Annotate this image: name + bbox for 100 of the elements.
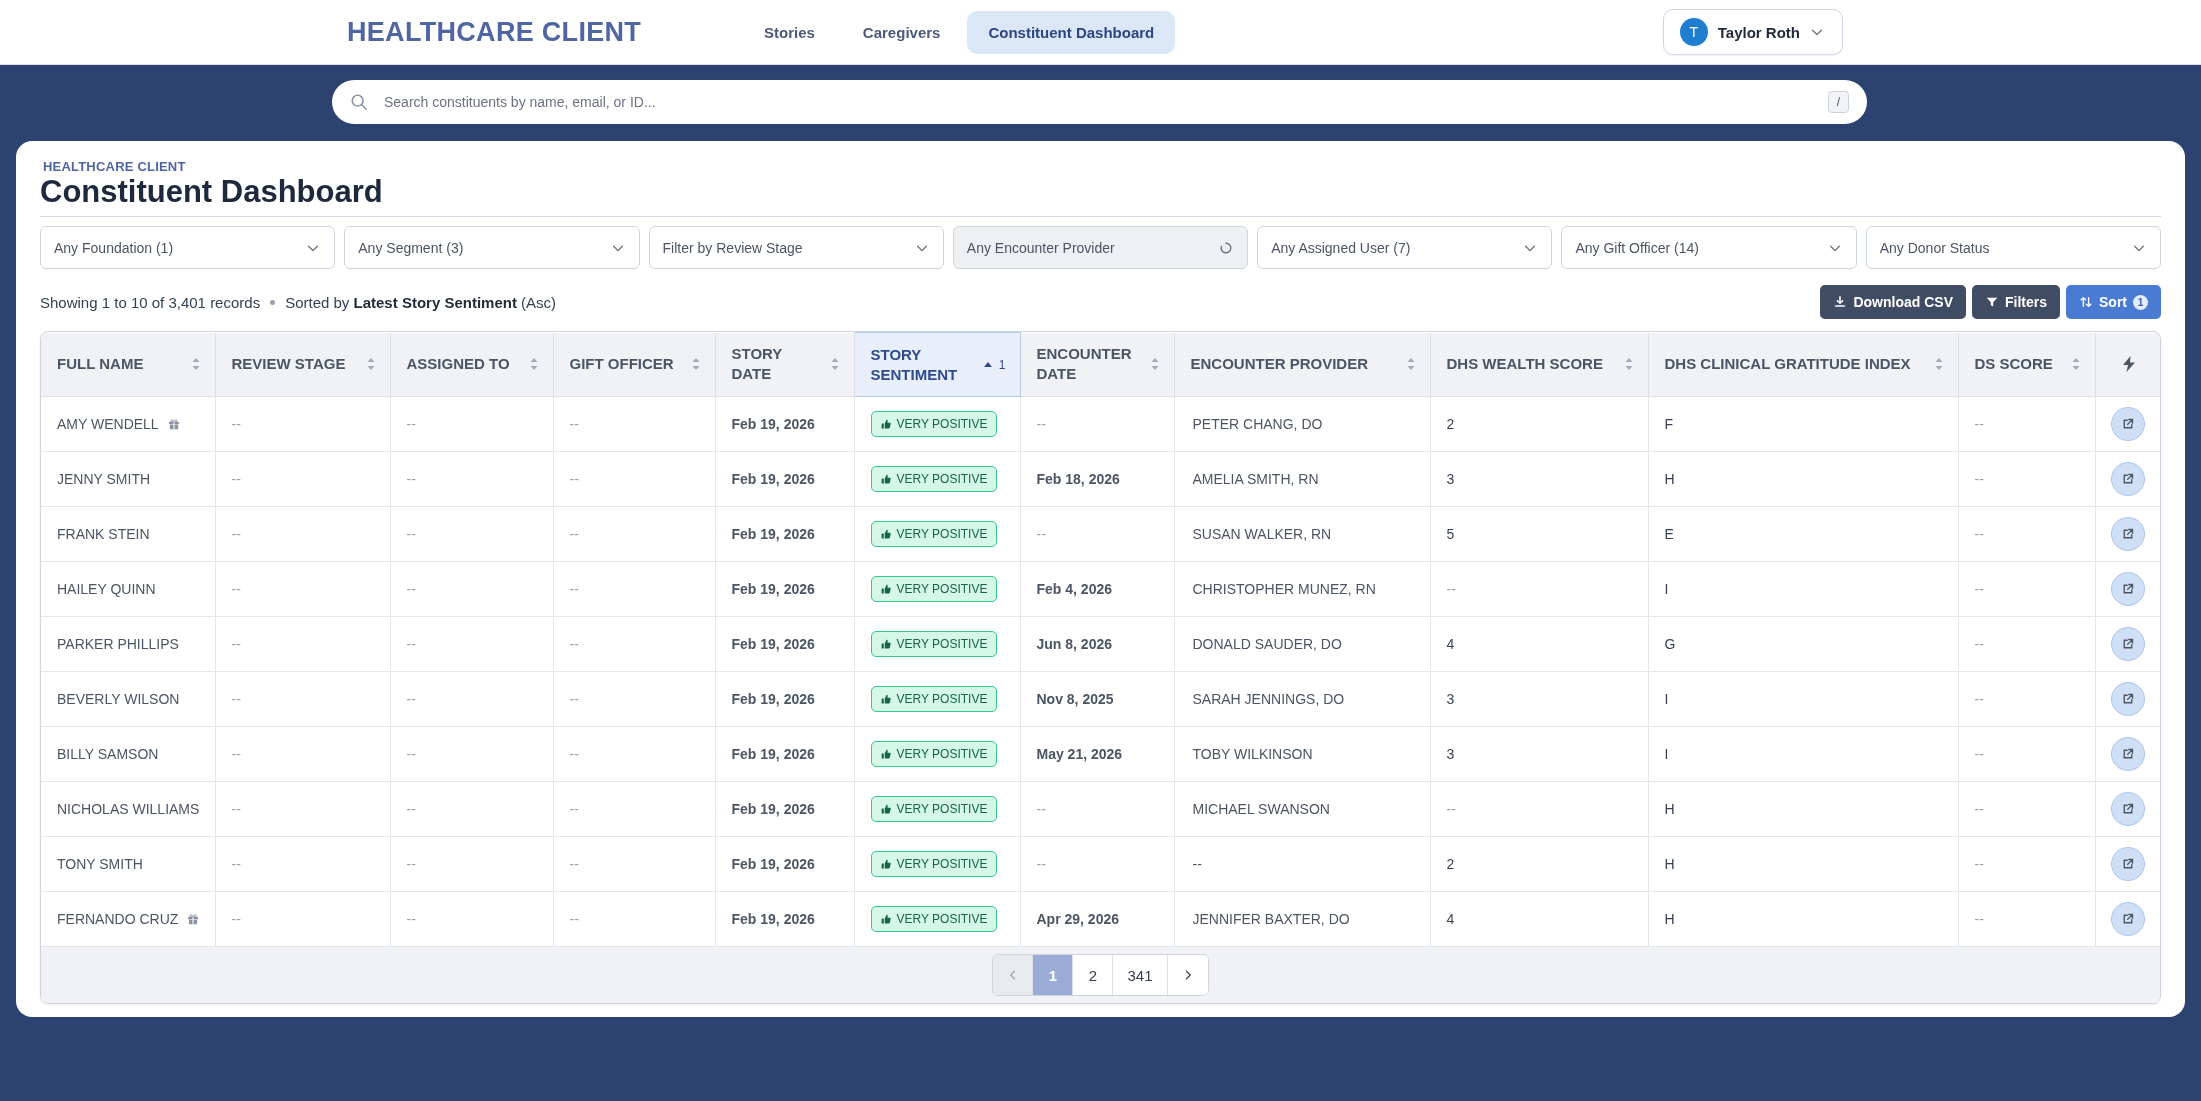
table-cell: -- xyxy=(406,526,416,542)
table-cell-text: SARAH JENNINGS, DO xyxy=(1191,691,1345,707)
table-cell: -- xyxy=(231,526,241,542)
table-cell: H xyxy=(1664,471,1675,487)
table-cell: 2 xyxy=(1446,416,1455,432)
open-link-button[interactable] xyxy=(2110,682,2145,716)
open-link-button[interactable] xyxy=(2110,847,2145,881)
open-link-button[interactable] xyxy=(2110,737,2145,771)
table-cell: -- xyxy=(1974,801,1984,817)
name-text: HAILEY QUINN xyxy=(57,581,156,597)
table-cell: Feb 19, 2026 xyxy=(731,856,815,872)
name-text: AMY WENDELL xyxy=(57,416,159,432)
sentiment-badge: VERY POSITIVE xyxy=(870,741,998,767)
download-button[interactable]: Download CSV xyxy=(1820,285,1966,319)
nav-tab[interactable]: Stories xyxy=(743,10,836,54)
open-link-button[interactable] xyxy=(2110,407,2145,441)
column-header[interactable]: ENCOUNTER DATE xyxy=(1020,332,1174,397)
sort-icon xyxy=(2070,357,2081,372)
table-cell: May 21, 2026 xyxy=(1036,746,1123,762)
table-cell: 2 xyxy=(1446,856,1455,872)
sort-icon xyxy=(365,357,376,372)
table-cell: Feb 19, 2026 xyxy=(731,636,815,652)
table-cell: I xyxy=(1664,581,1669,597)
table-cell: -- xyxy=(1974,471,1984,487)
sort-icon xyxy=(190,357,201,372)
table-cell: I xyxy=(1664,691,1669,707)
search-bar[interactable]: Search constituents by name, email, or ID... / xyxy=(332,80,1867,124)
sort-icon xyxy=(1149,357,1160,372)
page-title: Constituent Dashboard xyxy=(40,174,2161,217)
open-link-button[interactable] xyxy=(2110,517,2145,551)
table-cell: -- xyxy=(406,416,416,432)
filter-dropdown[interactable]: Any Foundation (1) xyxy=(40,226,336,269)
table-cell: -- xyxy=(569,636,579,652)
sort-icon xyxy=(1933,357,1944,372)
table-cell: -- xyxy=(406,691,416,707)
column-header[interactable]: REVIEW STAGE xyxy=(215,332,390,397)
table-cell-text: DONALD SAUDER, DO xyxy=(1191,636,1342,652)
filter-dropdown[interactable]: Any Encounter Provider xyxy=(952,226,1249,269)
table-cell: -- xyxy=(1974,911,1984,927)
open-link-button[interactable] xyxy=(2110,462,2145,496)
table-cell: 3 xyxy=(1446,746,1455,762)
external-link-icon xyxy=(2121,748,2134,760)
filter-dropdown[interactable]: Any Gift Officer (14) xyxy=(1561,226,1857,269)
sentiment-badge: VERY POSITIVE xyxy=(870,796,998,822)
table-cell-text: TOBY WILKINSON xyxy=(1191,746,1313,762)
thumbs-up-icon xyxy=(880,474,891,484)
column-header[interactable]: DS SCORE xyxy=(1958,332,2095,397)
table-cell: F xyxy=(1664,416,1674,432)
sort-icon xyxy=(1405,357,1416,372)
filter-dropdown[interactable]: Any Segment (3) xyxy=(344,226,640,269)
table-cell: -- xyxy=(406,636,416,652)
table-cell: -- xyxy=(406,911,416,927)
nav-tab[interactable]: Constituent Dashboard xyxy=(967,10,1176,54)
avatar: T xyxy=(1679,18,1708,46)
sort-icon xyxy=(528,357,539,372)
open-link-button[interactable] xyxy=(2110,572,2145,606)
table-cell: -- xyxy=(1446,581,1456,597)
funnel-icon xyxy=(1985,295,1999,309)
table-cell: -- xyxy=(569,471,579,487)
loading-spinner-icon xyxy=(1219,240,1234,255)
open-link-button[interactable] xyxy=(2110,627,2145,661)
column-header[interactable]: DHS CLINICAL GRATITUDE INDEX xyxy=(1648,332,1958,397)
table-cell: -- xyxy=(231,581,241,597)
sentiment-badge: VERY POSITIVE xyxy=(870,411,998,437)
column-header[interactable]: GIFT OFFICER xyxy=(553,332,715,397)
name-text: PARKER PHILLIPS xyxy=(57,636,179,652)
filter-dropdown[interactable]: Any Assigned User (7) xyxy=(1257,226,1553,269)
table-cell: -- xyxy=(231,471,241,487)
table-cell: Nov 8, 2025 xyxy=(1036,691,1114,707)
user-menu-button[interactable]: T Taylor Roth xyxy=(1662,9,1843,55)
sentiment-badge: VERY POSITIVE xyxy=(870,686,998,712)
sort-button[interactable]: Sort 1 xyxy=(2066,285,2161,319)
column-header[interactable]: ASSIGNED TO xyxy=(390,332,553,397)
external-link-icon xyxy=(2121,638,2134,650)
table-cell: -- xyxy=(406,581,416,597)
open-link-button[interactable] xyxy=(2110,792,2145,826)
filter-dropdown[interactable]: Filter by Review Stage xyxy=(648,226,944,269)
open-link-button[interactable] xyxy=(2110,902,2145,936)
thumbs-up-icon xyxy=(880,859,891,869)
shortcut-key: / xyxy=(1827,91,1849,113)
nav-tab[interactable]: Caregivers xyxy=(841,10,962,54)
table-cell: H xyxy=(1664,801,1675,817)
search-icon xyxy=(350,93,368,111)
filter-dropdown[interactable]: Any Donor Status xyxy=(1865,226,2161,269)
breadcrumb: HEALTHCARE CLIENT xyxy=(42,159,187,174)
column-header[interactable]: DHS WEALTH SCORE xyxy=(1430,332,1648,397)
column-header[interactable]: FULL NAME xyxy=(41,332,215,397)
table-cell: -- xyxy=(1974,526,1984,542)
filter-button[interactable]: Filters xyxy=(1972,285,2060,319)
table-cell: Feb 18, 2026 xyxy=(1036,471,1120,487)
column-header[interactable]: STORY DATE xyxy=(715,332,854,397)
table-cell: -- xyxy=(231,416,241,432)
table-cell: -- xyxy=(569,856,579,872)
column-header[interactable]: ENCOUNTER PROVIDER xyxy=(1174,332,1430,397)
table-cell: -- xyxy=(1036,416,1046,432)
table-cell: -- xyxy=(569,911,579,927)
thumbs-up-icon xyxy=(880,749,891,759)
search-field[interactable]: Search constituents by name, email, or ID... xyxy=(382,93,1814,111)
column-header[interactable]: STORY SENTIMENT 1 xyxy=(854,332,1020,397)
table-cell: I xyxy=(1664,746,1669,762)
